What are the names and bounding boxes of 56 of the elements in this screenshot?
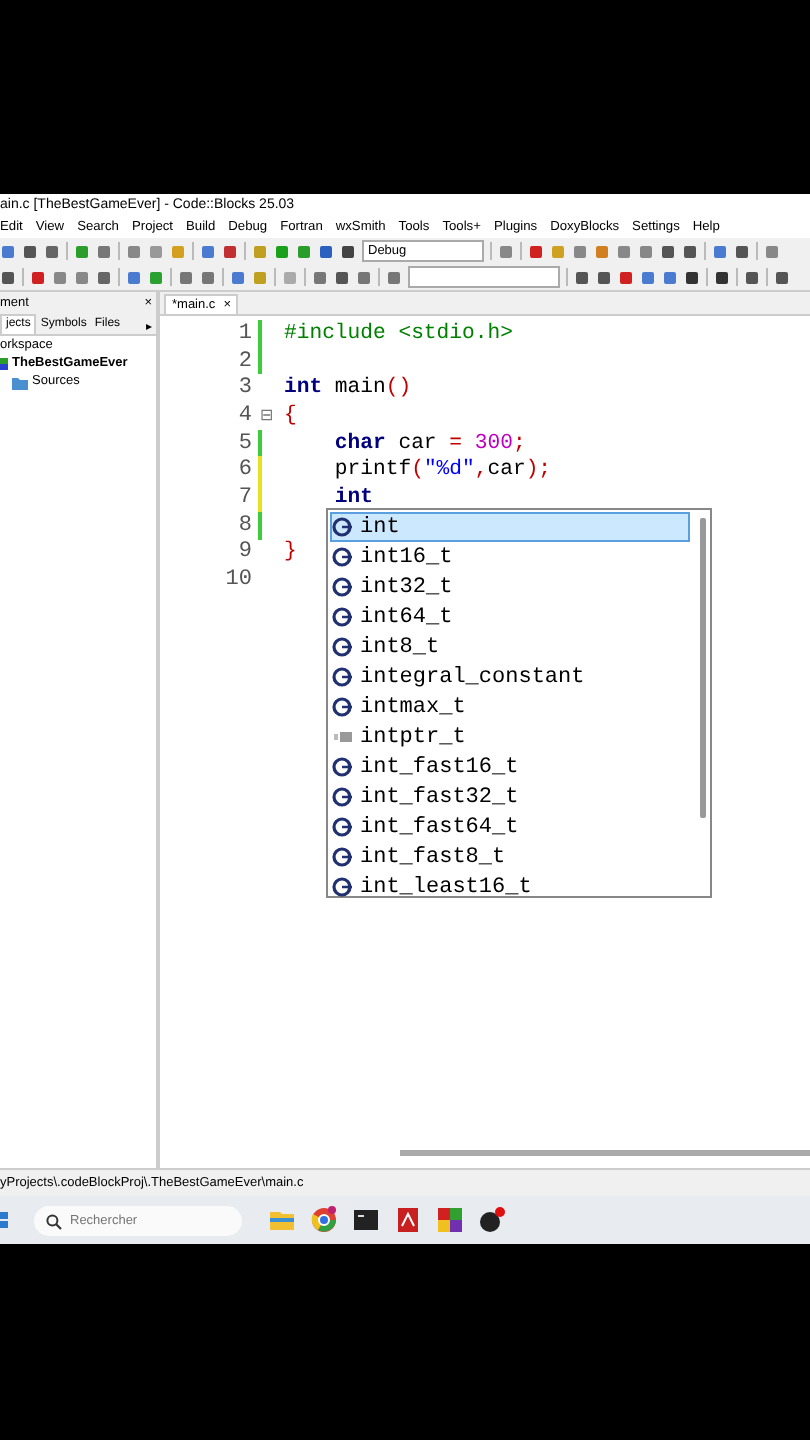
search-dropdown[interactable] xyxy=(408,266,560,288)
line-number: 1 xyxy=(236,321,252,346)
line-number: 3 xyxy=(236,376,252,401)
class-icon xyxy=(332,576,354,598)
line-number: 4 xyxy=(236,403,252,428)
windows-icon[interactable] xyxy=(0,1212,8,1228)
code-line: char car = 300; xyxy=(332,431,526,456)
completion-item[interactable]: intptr_t xyxy=(330,722,690,752)
folder-icon xyxy=(12,373,28,389)
class-icon xyxy=(332,666,354,688)
class-icon xyxy=(332,846,354,868)
line-number: 7 xyxy=(236,485,252,510)
folder-icon[interactable] xyxy=(268,1206,296,1234)
completion-item[interactable]: intmax_t xyxy=(330,692,690,722)
typedef-icon xyxy=(332,726,354,748)
app-icon[interactable] xyxy=(436,1206,464,1234)
document-icon[interactable] xyxy=(394,1206,422,1234)
code-line: int xyxy=(332,485,374,510)
line-number: 9 xyxy=(236,540,252,565)
code-line: printf("%d",car); xyxy=(332,458,552,483)
completion-item[interactable]: int_fast8_t xyxy=(330,842,690,872)
line-number: 5 xyxy=(236,431,252,456)
app-icon[interactable] xyxy=(478,1206,506,1234)
code-line: } xyxy=(284,540,297,565)
line-number: 10 xyxy=(223,568,252,593)
code-line: #include <stdio.h> xyxy=(284,321,513,346)
completion-item[interactable]: int8_t xyxy=(330,632,690,662)
class-icon xyxy=(332,696,354,718)
completion-item[interactable]: integral_constant xyxy=(330,662,690,692)
class-icon xyxy=(332,516,354,538)
class-icon xyxy=(332,756,354,778)
fold-icon[interactable]: ⊟ xyxy=(260,406,274,425)
completion-item[interactable]: int_fast32_t xyxy=(330,782,690,812)
class-icon xyxy=(332,786,354,808)
completion-item[interactable]: int32_t xyxy=(330,572,690,602)
completion-item[interactable]: int_least16_t xyxy=(330,872,690,902)
completion-item[interactable]: int64_t xyxy=(330,602,690,632)
scrollbar-thumb[interactable] xyxy=(700,518,706,818)
code-line: { xyxy=(284,403,297,428)
completion-item[interactable]: int16_t xyxy=(330,542,690,572)
completion-item[interactable]: int_fast64_t xyxy=(330,812,690,842)
class-icon xyxy=(332,606,354,628)
terminal-icon[interactable] xyxy=(352,1206,380,1234)
class-icon xyxy=(332,636,354,658)
code-line: int main() xyxy=(284,376,412,401)
browser-icon[interactable] xyxy=(310,1206,338,1234)
project-icon xyxy=(0,355,8,371)
line-number: 2 xyxy=(236,349,252,374)
completion-item[interactable]: int_fast16_t xyxy=(330,752,690,782)
scrollbar-thumb[interactable] xyxy=(400,1150,810,1156)
class-icon xyxy=(332,876,354,898)
line-number: 6 xyxy=(236,458,252,483)
class-icon xyxy=(332,546,354,568)
line-number: 8 xyxy=(236,513,252,538)
class-icon xyxy=(332,816,354,838)
completion-item[interactable]: int xyxy=(330,512,690,542)
